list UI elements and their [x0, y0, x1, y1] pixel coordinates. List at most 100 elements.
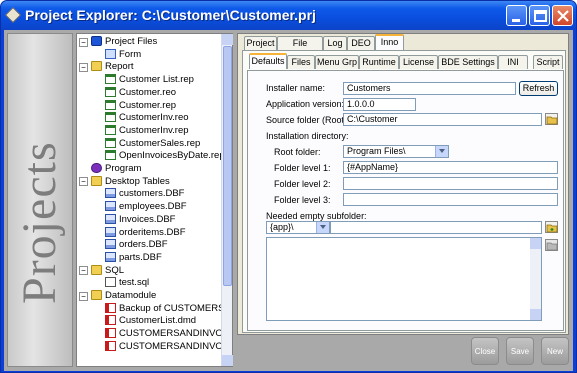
tree-expander[interactable]: − [79, 37, 88, 47]
tree-node-label: SQL [105, 264, 125, 276]
app-version-field[interactable]: 1.0.0.0 [343, 98, 416, 111]
add-folder-icon [546, 224, 558, 233]
tab-file-details[interactable]: File Details [277, 36, 323, 61]
tree-node[interactable]: Customer List.rep [105, 74, 194, 86]
folder-level-2-field[interactable] [343, 177, 558, 190]
table-icon [105, 213, 116, 224]
projects-label: Projects [13, 141, 66, 304]
tab-runtime[interactable]: Runtime [359, 55, 399, 69]
scroll-down-arrow[interactable] [530, 309, 541, 320]
folder-level-3-label: Folder level 3: [274, 195, 331, 205]
subfolder-list[interactable] [266, 237, 542, 321]
tree-expander[interactable]: − [79, 177, 88, 187]
source-folder-label: Source folder (Root): [266, 115, 350, 125]
scroll-down-arrow[interactable] [222, 355, 233, 366]
table-icon [105, 188, 116, 199]
tree-node-label: Datamodule [105, 290, 157, 301]
tree-node-label: Invoices.DBF [119, 213, 176, 225]
needed-subfolder-select[interactable]: {app}\ [266, 221, 330, 234]
root-folder-select[interactable]: Program Files\ [343, 145, 449, 158]
tree-node[interactable]: employees.DBF [105, 201, 187, 213]
tree-node-label: test.sql [119, 277, 150, 289]
needed-subfolder-path-field[interactable] [330, 221, 542, 234]
tab-defaults[interactable]: Defaults [249, 53, 287, 69]
tab-license[interactable]: License [399, 55, 438, 69]
report-icon [105, 150, 116, 161]
browse-source-button[interactable] [545, 113, 558, 125]
minimize-icon [512, 19, 520, 22]
maximize-button[interactable] [529, 5, 550, 26]
refresh-button[interactable]: Refresh [519, 81, 558, 96]
tab-inno[interactable]: Inno [375, 34, 404, 50]
tree-expander[interactable]: − [79, 62, 88, 72]
needed-subfolder-label: Needed empty subfolder: [266, 211, 367, 221]
title-bar[interactable]: Project Explorer: C:\Customer\Customer.p… [1, 1, 576, 30]
remove-subfolder-button[interactable] [545, 239, 558, 251]
tree-node[interactable]: Project Files [91, 36, 157, 48]
source-folder-field[interactable]: C:\Customer [343, 113, 542, 126]
tree-node-label: CustomerSales.rep [119, 137, 201, 149]
tab-bde-settings[interactable]: BDE Settings [438, 55, 498, 69]
tree-node[interactable]: Form [105, 48, 142, 61]
tree-vertical-scrollbar[interactable] [221, 34, 233, 366]
tree-node[interactable]: CustomerSales.rep [105, 137, 201, 150]
chevron-down-icon[interactable] [435, 146, 448, 157]
tree-node[interactable]: customers.DBF [105, 188, 184, 200]
close-icon [557, 10, 569, 22]
tree-node[interactable]: orderitems.DBF [105, 226, 186, 239]
tree-expander[interactable]: − [79, 266, 88, 276]
tree-node[interactable]: Backup of CUSTOMERS [105, 302, 221, 315]
tree-node[interactable]: test.sql [105, 277, 149, 289]
tree-expander[interactable]: − [79, 291, 88, 301]
tree-node[interactable]: orders.DBF [105, 239, 168, 251]
tree-node[interactable]: CUSTOMERSANDINVOI [105, 328, 221, 340]
tab-files[interactable]: Files [287, 55, 315, 69]
tree-node[interactable]: parts.DBF [105, 251, 162, 264]
tab-ini[interactable]: INI [498, 55, 528, 69]
datamodule-icon [105, 340, 116, 351]
defaults-page: Installer name: Customers Refresh Applic… [247, 70, 564, 331]
tree-node-label: customers.DBF [119, 188, 185, 200]
tree-node[interactable]: Program [91, 163, 141, 175]
project-tree[interactable]: − Project Files Form − Report Customer List.r… [76, 33, 233, 367]
minimize-button[interactable] [506, 5, 527, 26]
tree-node[interactable]: Report [91, 61, 134, 73]
tree-node-label: Form [119, 48, 142, 60]
folder-level-3-field[interactable] [343, 193, 558, 206]
subfolder-list-scrollbar[interactable] [530, 238, 541, 320]
tree-node[interactable]: Customer.rep [105, 99, 176, 112]
tree-node[interactable]: SQL [91, 264, 125, 277]
tree-node[interactable]: CustomerList.dmd [105, 315, 196, 327]
new-button[interactable]: New [541, 337, 569, 365]
tree-node[interactable]: OpenInvoicesByDate.rep [105, 150, 221, 162]
tree-node[interactable]: CustomerInv.reo [105, 112, 189, 124]
tab-project[interactable]: Project [244, 36, 277, 50]
tree-node-label: CUSTOMERSANDINVOI [119, 340, 221, 352]
tree-node[interactable]: Customer.reo [105, 86, 176, 99]
scroll-thumb[interactable] [223, 46, 232, 286]
tab-log[interactable]: Log [323, 36, 347, 50]
tree-node-label: CustomerInv.rep [119, 124, 189, 136]
tab-script[interactable]: Script [533, 55, 563, 69]
scroll-up-arrow[interactable] [530, 238, 541, 249]
tab-deo[interactable]: DEO [347, 36, 375, 50]
chevron-down-icon[interactable] [316, 222, 329, 233]
tab-menu-grp[interactable]: Menu Grp [315, 55, 359, 69]
save-button[interactable]: Save [506, 337, 534, 365]
tree-node-label: Report [105, 61, 134, 73]
tree-node[interactable]: CustomerInv.rep [105, 124, 189, 137]
needed-subfolder-value: {app}\ [270, 222, 294, 232]
close-window-button[interactable] [552, 5, 573, 26]
tree-node[interactable]: Desktop Tables [91, 175, 170, 188]
tree-node-label: CUSTOMERSANDINVOI [119, 328, 221, 340]
details-panel: Project File Details Log DEO Inno Defaul… [237, 33, 569, 335]
installer-name-label: Installer name: [266, 83, 326, 93]
folder-level-1-field[interactable]: {#AppName} [343, 161, 558, 174]
close-button[interactable]: Close [471, 337, 499, 365]
tree-node[interactable]: Invoices.DBF [105, 213, 176, 226]
add-subfolder-button[interactable] [545, 221, 558, 233]
scroll-up-arrow[interactable] [222, 34, 233, 45]
installer-name-field[interactable]: Customers [343, 82, 516, 95]
tree-node[interactable]: CUSTOMERSANDINVOI [105, 340, 221, 353]
tree-node[interactable]: Datamodule [91, 290, 156, 302]
